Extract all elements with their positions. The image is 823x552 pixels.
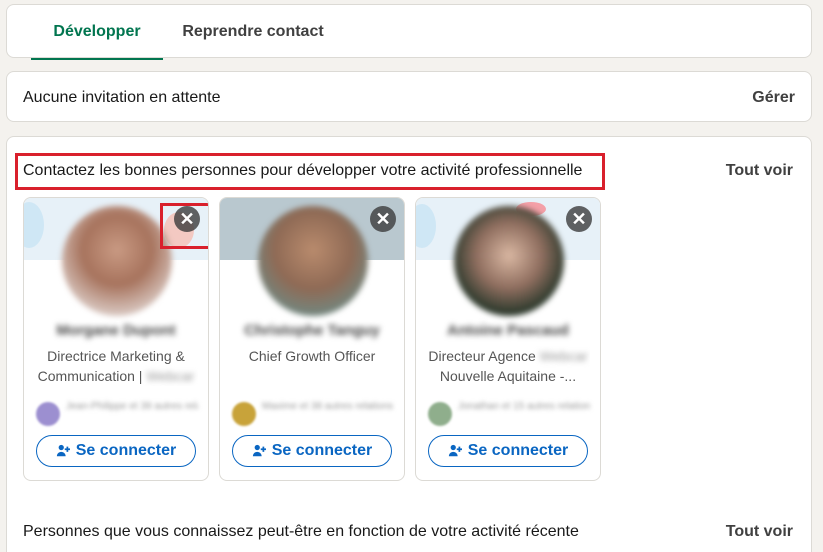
banner-decoration <box>416 204 436 248</box>
person-headline: Directeur Agence Webcar Nouvelle Aquitai… <box>426 346 590 386</box>
connect-button[interactable]: Se connecter <box>36 435 196 467</box>
mutual-connections: Jonathan et 15 autres relations en commu… <box>428 400 590 430</box>
person-name[interactable]: Morgane Dupont <box>34 322 198 340</box>
see-all-link[interactable]: Tout voir <box>726 162 793 180</box>
mutual-text: Maxime et 38 autres relations en commun <box>262 401 394 412</box>
connect-label: Se connecter <box>271 442 373 459</box>
tab-catch-up[interactable]: Reprendre contact <box>177 5 329 59</box>
person-card[interactable]: ✕ Christophe Tanguy Chief Growth Officer… <box>219 197 405 481</box>
mutual-text: Jonathan et 15 autres relations en commu… <box>458 401 590 412</box>
recent-activity-title: Personnes que vous connaissez peut-être … <box>23 523 579 540</box>
close-icon[interactable]: ✕ <box>370 206 396 232</box>
suggestions-title: Contactez les bonnes personnes pour déve… <box>23 162 583 179</box>
connect-label: Se connecter <box>467 442 569 459</box>
person-name[interactable]: Antoine Pascaud <box>426 322 590 340</box>
person-headline: Chief Growth Officer <box>230 346 394 386</box>
add-person-icon <box>56 444 70 457</box>
connect-button[interactable]: Se connecter <box>428 435 588 467</box>
invitations-card: Aucune invitation en attente Gérer <box>6 71 812 122</box>
avatar[interactable] <box>258 206 368 316</box>
connect-button[interactable]: Se connecter <box>232 435 392 467</box>
headline-blurred-text: Webcar <box>146 368 195 384</box>
person-card[interactable]: ✕ Morgane Dupont Directrice Marketing & … <box>23 197 209 481</box>
tab-grow[interactable]: Développer <box>31 5 163 60</box>
avatar[interactable] <box>454 206 564 316</box>
add-person-icon <box>252 444 266 457</box>
headline-blurred-text: Webcar <box>539 348 588 364</box>
mutual-avatar <box>36 402 60 426</box>
person-card[interactable]: ✕ Antoine Pascaud Directeur Agence Webca… <box>415 197 601 481</box>
connect-label: Se connecter <box>75 442 177 459</box>
headline-tail-text: Nouvelle Aquitaine -... <box>439 368 577 384</box>
mutual-text: Jean-Philippe et 39 autres relations en … <box>66 401 198 412</box>
invitations-status: Aucune invitation en attente <box>23 89 221 106</box>
mutual-avatar <box>428 402 452 426</box>
tabs-bar: Développer Reprendre contact <box>6 4 812 60</box>
highlight-box <box>160 203 208 249</box>
close-icon[interactable]: ✕ <box>566 206 592 232</box>
avatar[interactable] <box>62 206 172 316</box>
add-person-icon <box>448 444 462 457</box>
person-name[interactable]: Christophe Tanguy <box>230 322 394 340</box>
banner-decoration <box>24 202 44 248</box>
mutual-connections: Maxime et 38 autres relations en commun <box>232 400 394 430</box>
see-all-link[interactable]: Tout voir <box>726 523 793 541</box>
suggestions-card: Contactez les bonnes personnes pour déve… <box>6 136 812 552</box>
manage-invitations-link[interactable]: Gérer <box>752 89 795 107</box>
headline-text: Directeur Agence <box>428 348 536 364</box>
mutual-connections: Jean-Philippe et 39 autres relations en … <box>36 400 198 430</box>
mutual-avatar <box>232 402 256 426</box>
headline-text: Chief Growth Officer <box>248 348 376 364</box>
person-headline: Directrice Marketing & Communication | W… <box>34 346 198 386</box>
